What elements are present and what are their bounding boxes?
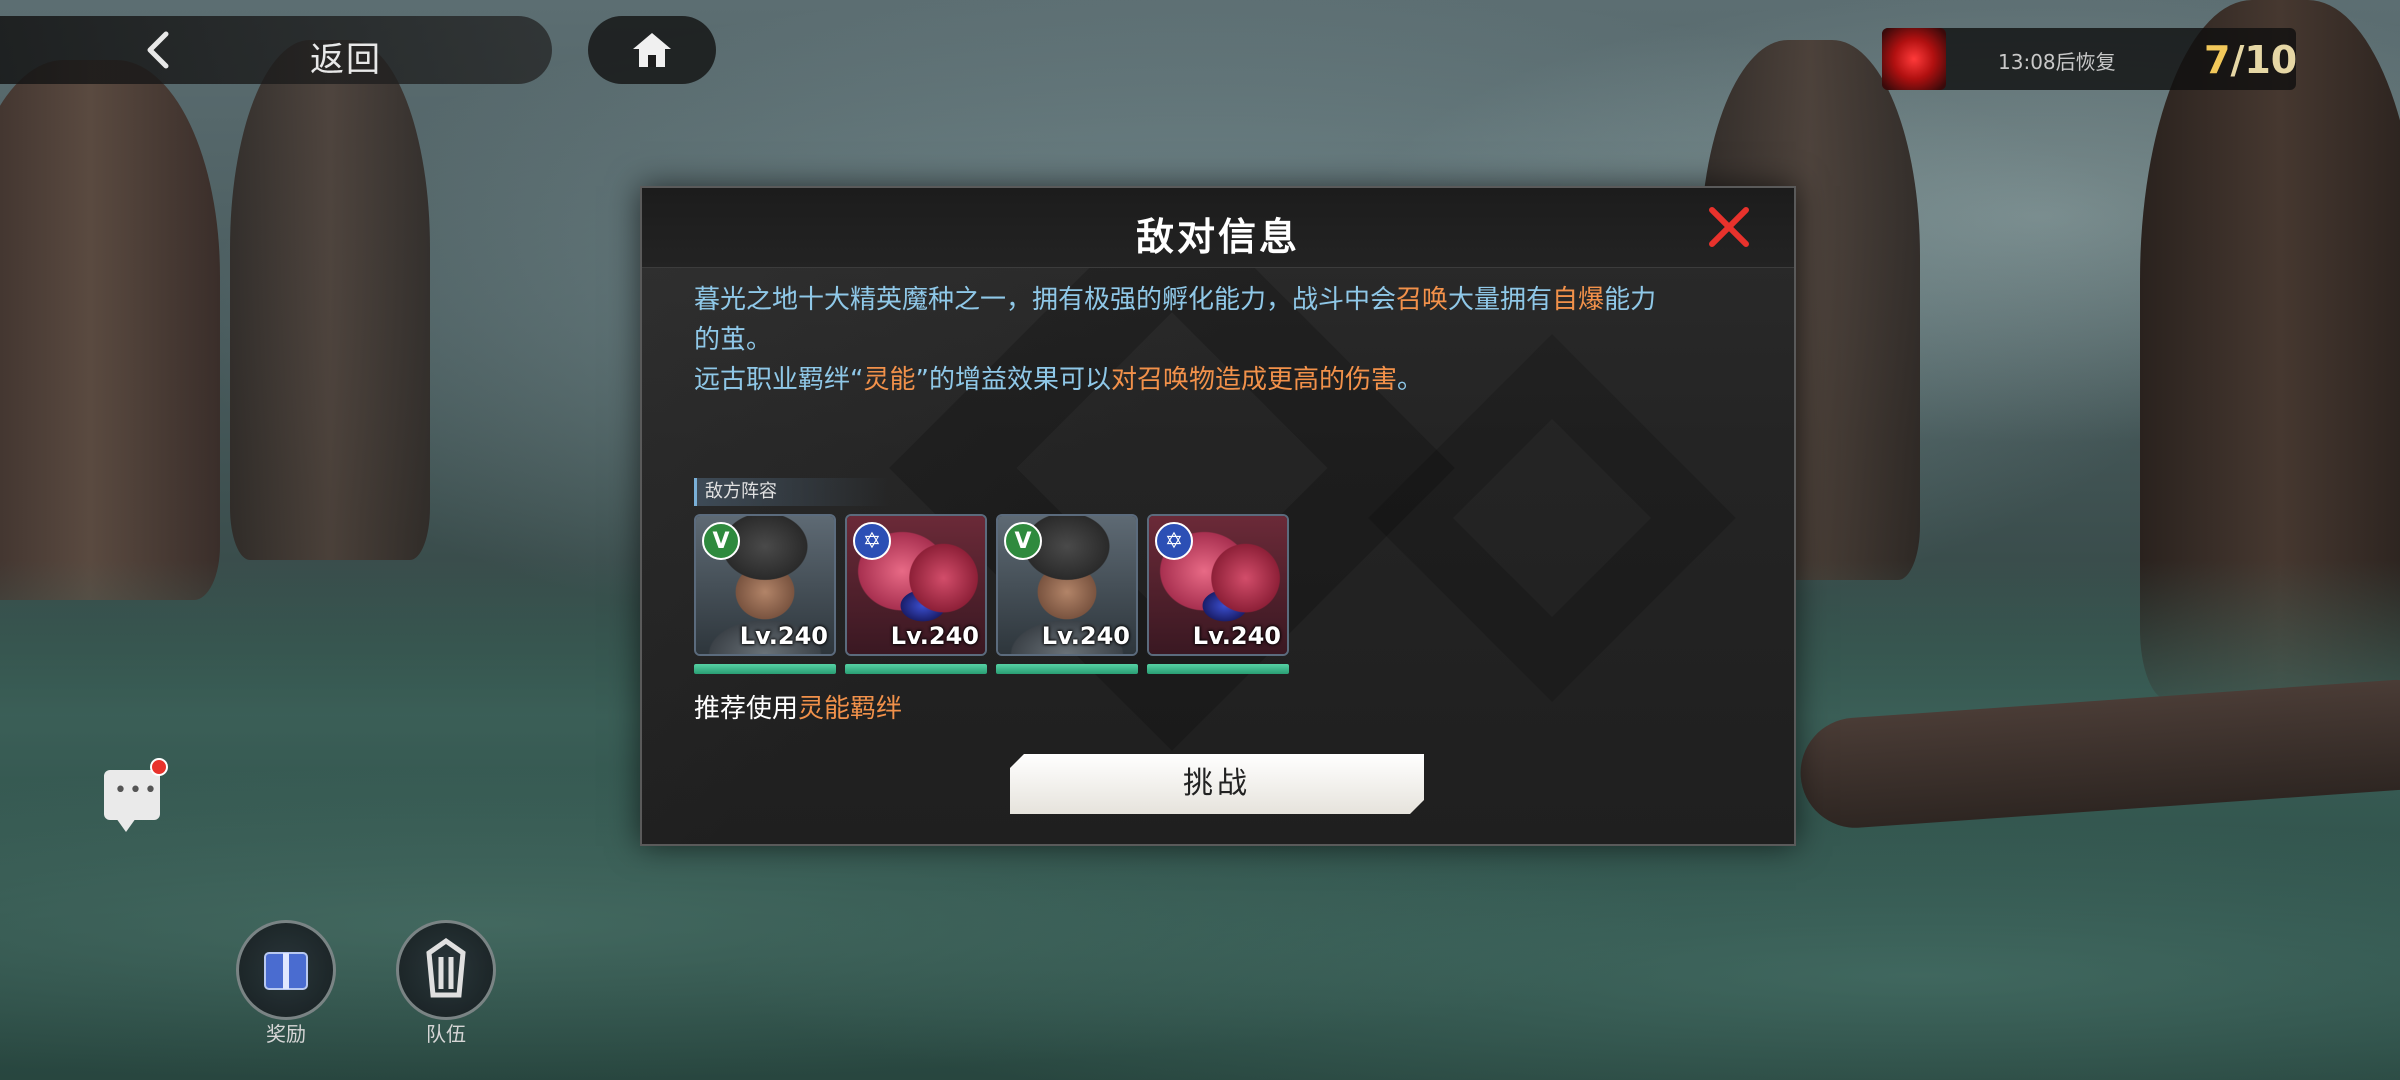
desc-text: 远古职业羁绊“ xyxy=(694,365,864,395)
team-label: 队伍 xyxy=(426,1022,466,1046)
enemy-hp-bar xyxy=(845,664,987,674)
enemy-card[interactable]: V Lv.240 xyxy=(996,514,1138,656)
enemy-hp-fill xyxy=(845,664,987,674)
back-bar[interactable]: 返回 xyxy=(0,16,552,84)
desc-highlight: 召唤 xyxy=(1396,285,1449,315)
recommendation: 推荐使用灵能羁绊 xyxy=(694,688,902,725)
enemy-hp-fill xyxy=(1147,664,1289,674)
recommend-bond: 灵能羁绊 xyxy=(798,694,903,724)
stamina-icon xyxy=(1882,28,1946,90)
resource-count: 7/10 xyxy=(2204,38,2297,82)
desc-text: 大量拥有 xyxy=(1448,285,1553,315)
enemy-card[interactable]: V Lv.240 xyxy=(694,514,836,656)
reward-button[interactable] xyxy=(236,920,336,1020)
enemy-card[interactable]: ✡ Lv.240 xyxy=(845,514,987,656)
tree-trunk-left xyxy=(0,60,220,600)
desc-highlight: 自爆 xyxy=(1552,285,1605,315)
enemy-info-dialog: 敌对信息 暮光之地十大精英魔种之一，拥有极强的孵化能力，战斗中会召唤大量拥有自爆… xyxy=(640,186,1796,846)
reward-label: 奖励 xyxy=(266,1022,306,1046)
back-arrow-icon[interactable] xyxy=(140,30,180,70)
gift-box-icon xyxy=(264,952,308,990)
chat-button[interactable]: ••• xyxy=(104,770,160,832)
home-button[interactable] xyxy=(588,16,716,84)
class-v-badge-icon: V xyxy=(702,522,740,560)
recommend-prefix: 推荐使用 xyxy=(694,694,799,724)
enemy-description: 暮光之地十大精英魔种之一，拥有极强的孵化能力，战斗中会召唤大量拥有自爆能力 的茧… xyxy=(694,280,1754,400)
class-star-badge-icon: ✡ xyxy=(853,522,891,560)
stamina-resource: 13:08后恢复 7/10 xyxy=(1882,28,2297,90)
desc-text: 暮光之地十大精英魔种之一，拥有极强的孵化能力，战斗中会 xyxy=(694,285,1397,315)
enemy-lineup-label: 敌方阵容 xyxy=(694,478,890,506)
desc-text: 能力 xyxy=(1604,285,1657,315)
resource-current: 7 xyxy=(2204,38,2231,82)
enemy-level: Lv.240 xyxy=(1192,622,1281,650)
desc-text: 。 xyxy=(1397,365,1424,395)
enemy-hp-bar xyxy=(996,664,1138,674)
desc-line-1: 暮光之地十大精英魔种之一，拥有极强的孵化能力，战斗中会召唤大量拥有自爆能力 xyxy=(694,280,1754,320)
challenge-button[interactable]: 挑战 xyxy=(1010,754,1424,814)
enemy-hp-fill xyxy=(996,664,1138,674)
enemy-hp-fill xyxy=(694,664,836,674)
close-icon[interactable] xyxy=(1706,204,1752,250)
desc-highlight: 对召唤物造成更高的伤害 xyxy=(1110,365,1397,395)
desc-line-2: 的茧。 xyxy=(694,325,773,355)
notification-dot xyxy=(150,758,168,776)
tree-trunk-left-2 xyxy=(230,40,430,560)
enemy-hp-bar xyxy=(1147,664,1289,674)
dialog-header: 敌对信息 xyxy=(642,188,1794,268)
chat-bubble-icon: ••• xyxy=(114,778,159,803)
enemy-card[interactable]: ✡ Lv.240 xyxy=(1147,514,1289,656)
enemy-level: Lv.240 xyxy=(890,622,979,650)
team-helmet-icon xyxy=(426,937,466,998)
back-label: 返回 xyxy=(310,40,382,80)
desc-text: ”的增益效果可以 xyxy=(915,365,1111,395)
enemy-hp-bar xyxy=(694,664,836,674)
class-v-badge-icon: V xyxy=(1004,522,1042,560)
home-icon xyxy=(633,33,671,67)
class-star-badge-icon: ✡ xyxy=(1155,522,1193,560)
desc-line-3: 远古职业羁绊“灵能”的增益效果可以对召唤物造成更高的伤害。 xyxy=(694,360,1754,400)
team-button[interactable] xyxy=(396,920,496,1020)
enemy-level: Lv.240 xyxy=(1041,622,1130,650)
dialog-title: 敌对信息 xyxy=(1135,215,1300,259)
resource-total: /10 xyxy=(2230,38,2298,82)
resource-timer: 13:08后恢复 xyxy=(1998,50,2116,74)
desc-highlight: 灵能 xyxy=(863,365,916,395)
enemy-level: Lv.240 xyxy=(739,622,828,650)
